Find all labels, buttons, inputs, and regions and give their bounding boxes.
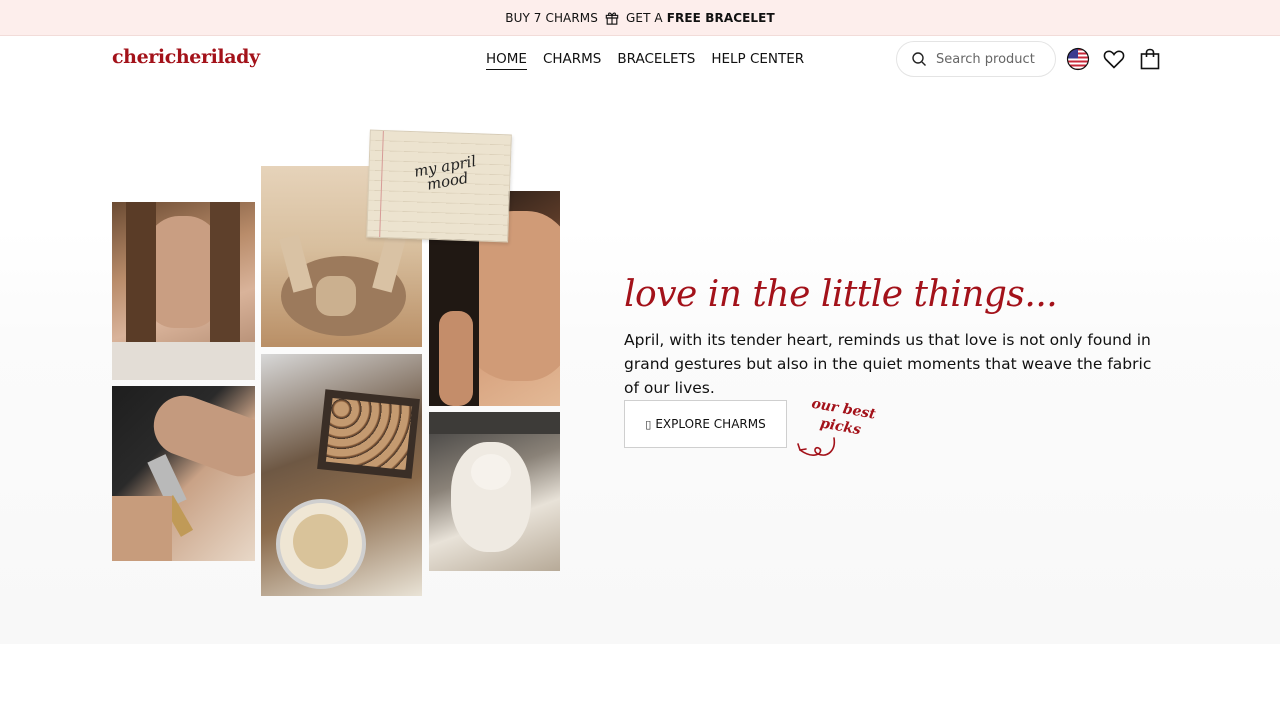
search-box[interactable] (896, 41, 1056, 77)
explore-charms-button[interactable]: ▯ EXPLORE CHARMS (624, 400, 787, 448)
best-picks-label: our best picks (810, 395, 877, 439)
main-nav: HOME CHARMS BRACELETS HELP CENTER (486, 36, 804, 84)
nav-home[interactable]: HOME (486, 51, 527, 70)
hero-photo-puppy (429, 412, 560, 571)
site-header: chericherilady HOME CHARMS BRACELETS HEL… (0, 36, 1280, 84)
nav-charms[interactable]: CHARMS (543, 51, 601, 69)
note-text: my april mood (412, 152, 478, 194)
curved-arrow-icon (797, 437, 836, 456)
note-margin-line (379, 131, 384, 237)
announcement-bar: BUY 7 CHARMS GET A FREE BRACELET (0, 0, 1280, 36)
hero-photo-portrait (112, 202, 255, 380)
announcement-text-2: GET A (625, 10, 663, 25)
us-flag-icon[interactable] (1066, 47, 1090, 71)
explore-charms-label: EXPLORE CHARMS (655, 417, 766, 431)
april-mood-note: my april mood (366, 129, 512, 243)
search-icon (912, 52, 926, 66)
gift-icon (605, 11, 619, 25)
hero-photo-baking (261, 354, 422, 596)
nav-bracelets[interactable]: BRACELETS (617, 51, 695, 69)
search-input[interactable] (936, 51, 1046, 67)
announcement-highlight: FREE BRACELET (666, 10, 775, 25)
heart-icon[interactable] (1102, 47, 1126, 71)
button-glyph-icon: ▯ (645, 417, 652, 431)
hero-description: April, with its tender heart, reminds us… (624, 331, 1152, 397)
hero-section: my april mood love in the little things.… (0, 84, 1280, 644)
nav-help-center[interactable]: HELP CENTER (711, 51, 804, 69)
hero-photo-bracelet (112, 386, 255, 561)
bag-icon[interactable] (1138, 47, 1162, 71)
hero-headline: love in the little things... (624, 274, 1058, 315)
announcement-text-1: BUY 7 CHARMS (505, 10, 598, 25)
site-logo[interactable]: chericherilady (112, 46, 260, 68)
